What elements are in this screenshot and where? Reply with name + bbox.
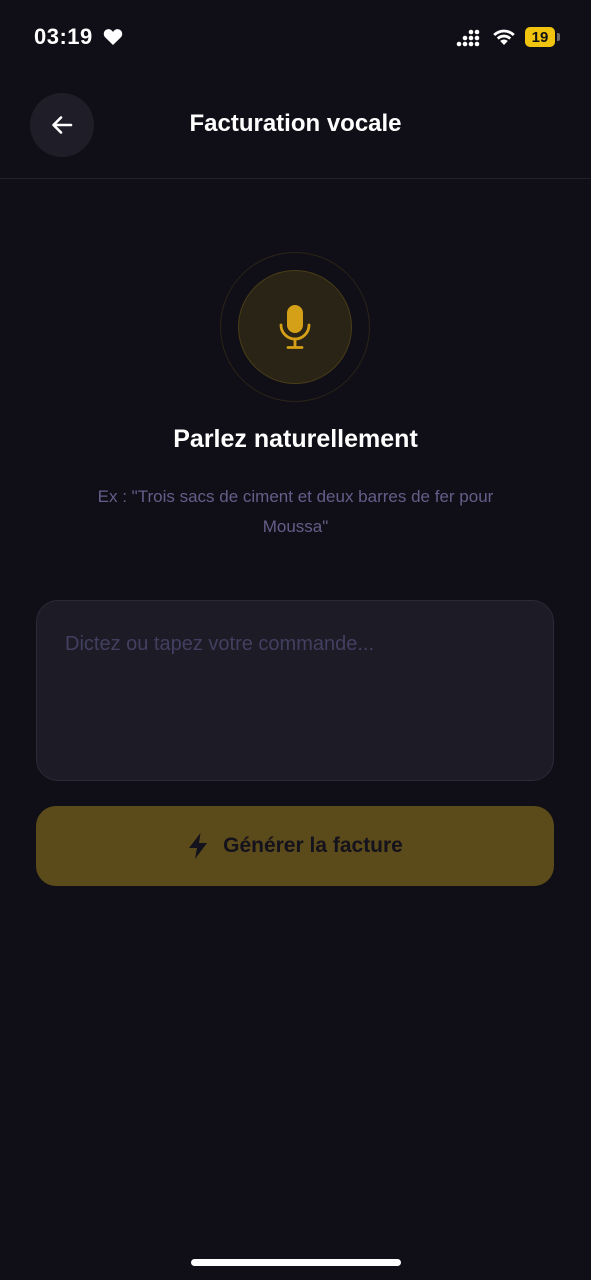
generate-invoice-button[interactable]: Générer la facture [36, 806, 554, 886]
generate-invoice-label: Générer la facture [223, 834, 403, 857]
microphone-button[interactable] [238, 270, 352, 384]
status-bar: 03:19 19 [0, 0, 591, 76]
microphone-icon [279, 305, 311, 349]
page-title: Facturation vocale [189, 110, 402, 137]
wifi-icon [493, 29, 515, 45]
heart-icon [103, 29, 123, 45]
battery-nub [557, 33, 560, 41]
header: Facturation vocale [0, 76, 591, 179]
signal-icon [456, 29, 480, 47]
battery-indicator: 19 [525, 27, 555, 47]
command-input[interactable] [36, 600, 554, 781]
home-indicator[interactable] [191, 1259, 401, 1266]
example-hint: Ex : "Trois sacs de ciment et deux barre… [97, 487, 494, 536]
status-time: 03:19 [34, 24, 93, 49]
headline: Parlez naturellement [173, 425, 418, 453]
lightning-bolt-icon [189, 833, 208, 859]
